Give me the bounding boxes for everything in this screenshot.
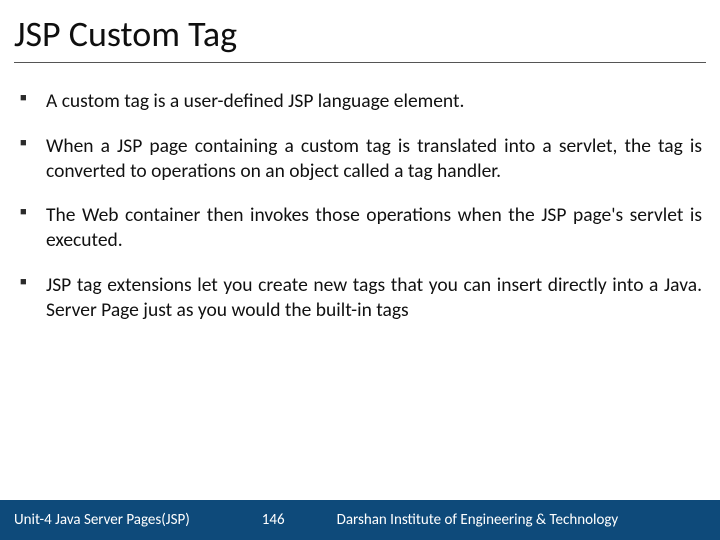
bullet-item: JSP tag extensions let you create new ta… [18,273,702,323]
slide: JSP Custom Tag A custom tag is a user-de… [0,0,720,540]
footer-institute: Darshan Institute of Engineering & Techn… [327,511,706,529]
bullet-item: The Web container then invokes those ope… [18,203,702,253]
slide-title: JSP Custom Tag [14,12,706,63]
footer-page-number: 146 [262,511,285,529]
bullet-item: When a JSP page containing a custom tag … [18,134,702,184]
title-block: JSP Custom Tag [0,0,720,71]
bullet-list: A custom tag is a user-defined JSP langu… [18,89,702,322]
footer-bar: Unit-4 Java Server Pages(JSP) 146 Darsha… [0,500,720,540]
footer-unit: Unit-4 Java Server Pages(JSP) [14,511,190,529]
bullet-item: A custom tag is a user-defined JSP langu… [18,89,702,114]
slide-content: A custom tag is a user-defined JSP langu… [0,71,720,500]
